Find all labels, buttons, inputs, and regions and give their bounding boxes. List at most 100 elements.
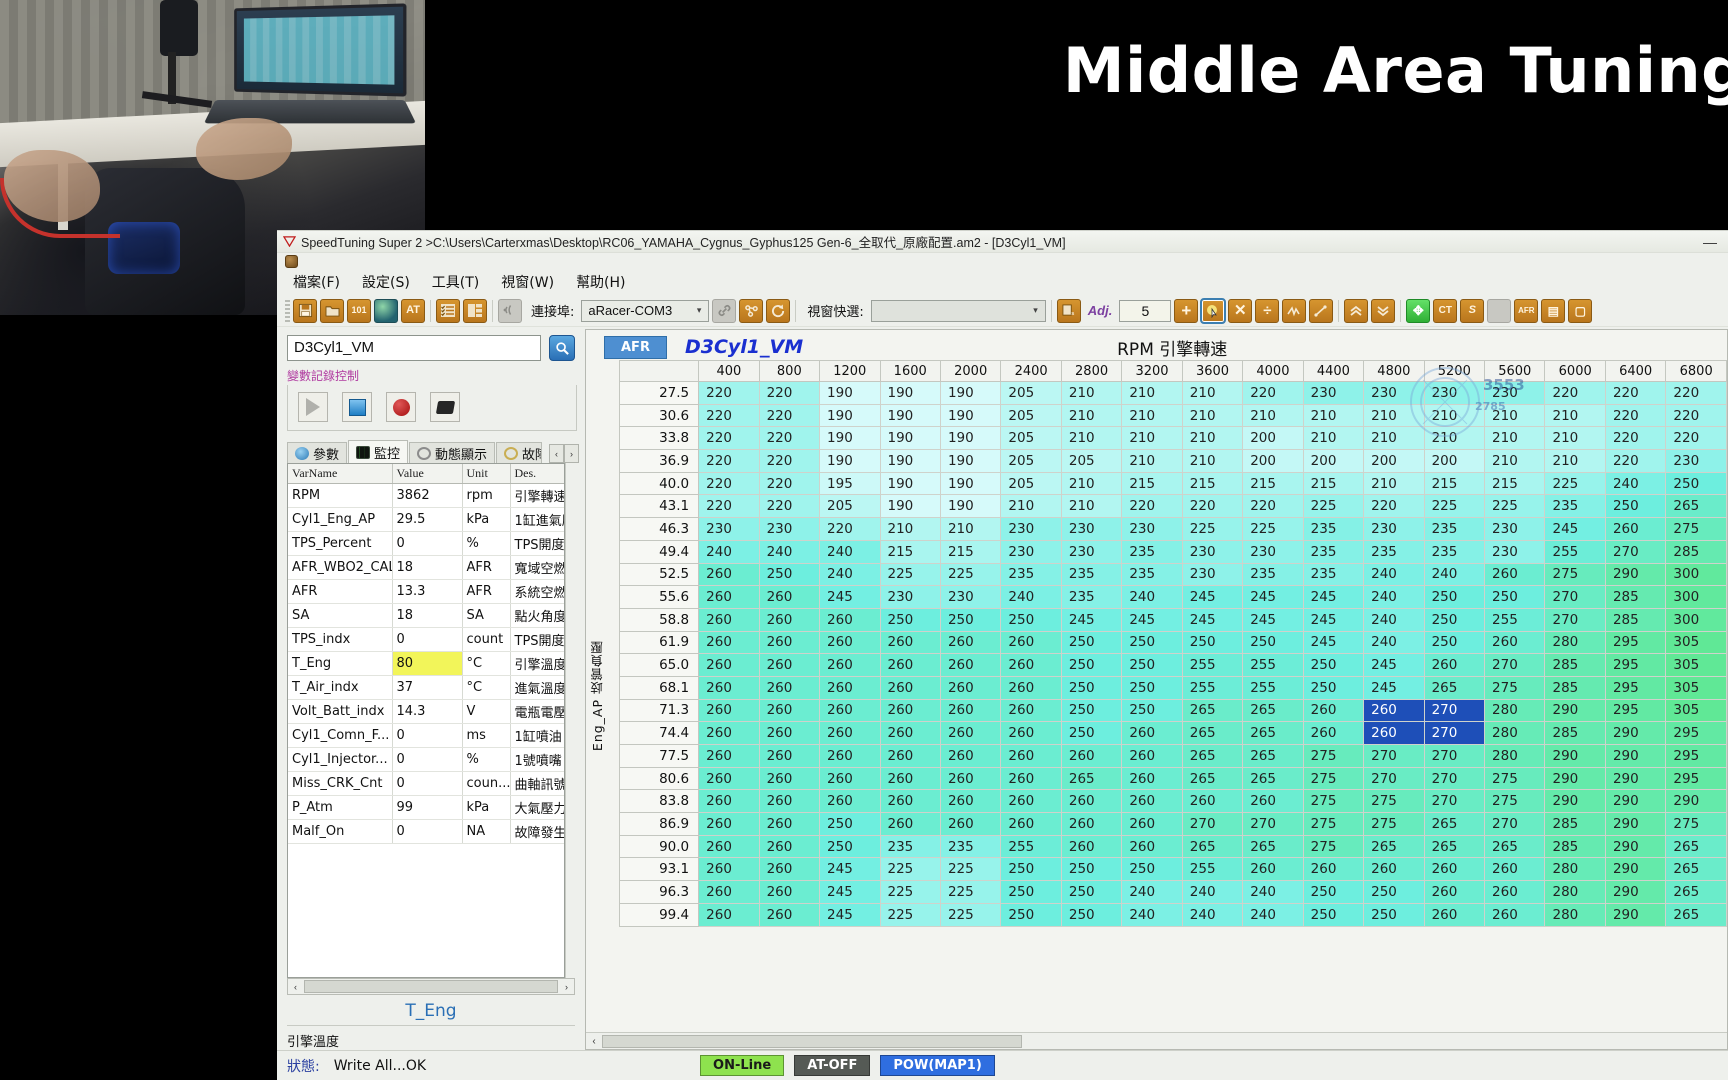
map-cell[interactable]: 220 <box>698 449 760 473</box>
map-cell[interactable]: 265 <box>1181 698 1244 723</box>
map-cell[interactable]: 270 <box>1242 812 1304 836</box>
map-row-header[interactable]: 46.3 <box>619 517 700 541</box>
map-cell[interactable]: 240 <box>758 539 821 564</box>
map-cell[interactable]: 250 <box>1121 630 1183 655</box>
map-cell[interactable]: 190 <box>819 449 881 473</box>
map-cell[interactable]: 305 <box>1665 653 1727 677</box>
map-cell[interactable]: 260 <box>1000 675 1062 700</box>
map-cell[interactable]: 210 <box>1000 494 1062 519</box>
map-cell[interactable]: 205 <box>1000 426 1062 451</box>
map-cell[interactable]: 295 <box>1665 766 1727 791</box>
map-cell[interactable]: 230 <box>1363 517 1425 541</box>
wireless-button[interactable] <box>498 298 522 323</box>
map-cell[interactable]: 215 <box>1423 471 1486 496</box>
map-cell[interactable]: 260 <box>758 857 821 882</box>
map-cell[interactable]: 200 <box>1302 449 1365 473</box>
map-cell[interactable]: 260 <box>879 630 941 655</box>
map-cell[interactable]: 250 <box>1060 880 1123 904</box>
map-cell[interactable]: 220 <box>1665 426 1727 451</box>
map-cell[interactable]: 250 <box>1302 653 1365 677</box>
map-cell[interactable]: 250 <box>1060 721 1123 745</box>
map-cell[interactable]: 260 <box>1000 789 1062 814</box>
map-cell[interactable]: 255 <box>1544 539 1606 564</box>
map-cell[interactable]: 260 <box>1423 880 1486 904</box>
map-cell[interactable]: 275 <box>1302 812 1365 836</box>
map-cell[interactable]: 215 <box>1121 471 1183 496</box>
map-cell[interactable]: 260 <box>1000 653 1062 677</box>
map-col-header[interactable]: 3600 <box>1181 360 1244 382</box>
map-cell[interactable]: 275 <box>1302 834 1365 859</box>
map-cell[interactable]: 300 <box>1665 607 1727 632</box>
map-cell[interactable]: 210 <box>1060 471 1123 496</box>
map-cell[interactable]: 260 <box>1121 834 1183 859</box>
menu-item-file[interactable]: 檔案(F) <box>293 272 340 292</box>
map-cell[interactable]: 235 <box>1060 562 1123 587</box>
map-cell[interactable]: 205 <box>1060 449 1123 473</box>
map-cell[interactable]: 210 <box>879 517 941 541</box>
map-row-header[interactable]: 83.8 <box>619 789 700 814</box>
map-cell[interactable]: 220 <box>1242 494 1304 519</box>
map-cell[interactable]: 250 <box>1302 675 1365 700</box>
map-cell[interactable]: 260 <box>758 812 821 836</box>
map-cell[interactable]: 235 <box>1302 539 1365 564</box>
globe-button[interactable] <box>374 298 398 323</box>
map-cell[interactable]: 260 <box>879 766 941 791</box>
map-cell[interactable]: 255 <box>1181 675 1244 700</box>
map-cell[interactable]: 230 <box>1000 517 1062 541</box>
map-cell[interactable]: 260 <box>1242 857 1304 882</box>
map-cell[interactable]: 240 <box>1423 562 1486 587</box>
refresh-button[interactable] <box>766 298 791 323</box>
map-cell[interactable]: 265 <box>1181 766 1244 791</box>
map-cell[interactable]: 275 <box>1665 812 1727 836</box>
map-cell[interactable]: 290 <box>1604 744 1667 768</box>
map-cell[interactable]: 265 <box>1484 834 1546 859</box>
map-cell[interactable]: 220 <box>698 471 760 496</box>
menu-item-help[interactable]: 幫助(H) <box>576 272 625 292</box>
map-cell[interactable]: 255 <box>1181 857 1244 882</box>
map-cell[interactable]: 225 <box>939 857 1002 882</box>
map-cell[interactable]: 230 <box>1000 539 1062 564</box>
map-cell[interactable]: 220 <box>698 381 760 405</box>
tab-next-button[interactable]: › <box>564 444 579 463</box>
map-cell[interactable]: 275 <box>1484 789 1546 814</box>
map-cell[interactable]: 250 <box>939 607 1002 632</box>
down-double-button[interactable] <box>1371 298 1396 323</box>
map-cell[interactable]: 250 <box>1000 880 1062 904</box>
map-cell[interactable]: 210 <box>1060 381 1123 405</box>
map-cell[interactable]: 240 <box>819 562 881 587</box>
adj-value-input[interactable]: 5 <box>1119 299 1172 322</box>
map-cell[interactable]: 260 <box>758 721 821 745</box>
map-cell[interactable]: 270 <box>1181 812 1244 836</box>
cursor-button[interactable] <box>1200 297 1227 324</box>
map-cell[interactable]: 305 <box>1665 698 1727 723</box>
table-row[interactable]: RPM 3862 rpm 引擎轉速 <box>288 483 564 508</box>
map-cell[interactable]: 230 <box>1060 539 1123 564</box>
map-cell[interactable]: 250 <box>1060 698 1123 723</box>
hscroll-thumb[interactable] <box>304 980 558 993</box>
map-cell[interactable]: 235 <box>1000 562 1062 587</box>
map-cell[interactable]: 260 <box>819 744 881 768</box>
map-cell[interactable]: 250 <box>1302 902 1365 927</box>
map-cell[interactable]: 275 <box>1363 789 1425 814</box>
ct-button[interactable]: CT <box>1433 298 1458 323</box>
map-row-header[interactable]: 65.0 <box>619 653 700 677</box>
checklist-button[interactable] <box>436 298 460 323</box>
map-cell[interactable]: 225 <box>1423 494 1486 519</box>
map-cell[interactable]: 290 <box>1604 721 1667 745</box>
map-cell[interactable]: 260 <box>698 812 760 836</box>
map-cell[interactable]: 260 <box>1000 630 1062 655</box>
map-hscrollbar[interactable]: ‹ <box>586 1032 1727 1049</box>
map-cell[interactable]: 270 <box>1363 766 1425 791</box>
map-cell[interactable]: 255 <box>1000 834 1062 859</box>
map-cell[interactable]: 260 <box>698 789 760 814</box>
map-cell[interactable]: 250 <box>1363 902 1425 927</box>
map-cell[interactable]: 260 <box>879 789 941 814</box>
map-cell[interactable]: 230 <box>1665 449 1727 473</box>
map-cell[interactable]: 250 <box>1302 880 1365 904</box>
map-cell[interactable]: 300 <box>1665 585 1727 609</box>
map-cell[interactable]: 275 <box>1363 812 1425 836</box>
map-cell[interactable]: 190 <box>879 449 941 473</box>
map-cell[interactable]: 275 <box>1302 744 1365 768</box>
map-cell[interactable]: 245 <box>1363 653 1425 677</box>
map-cell[interactable]: 275 <box>1665 517 1727 541</box>
